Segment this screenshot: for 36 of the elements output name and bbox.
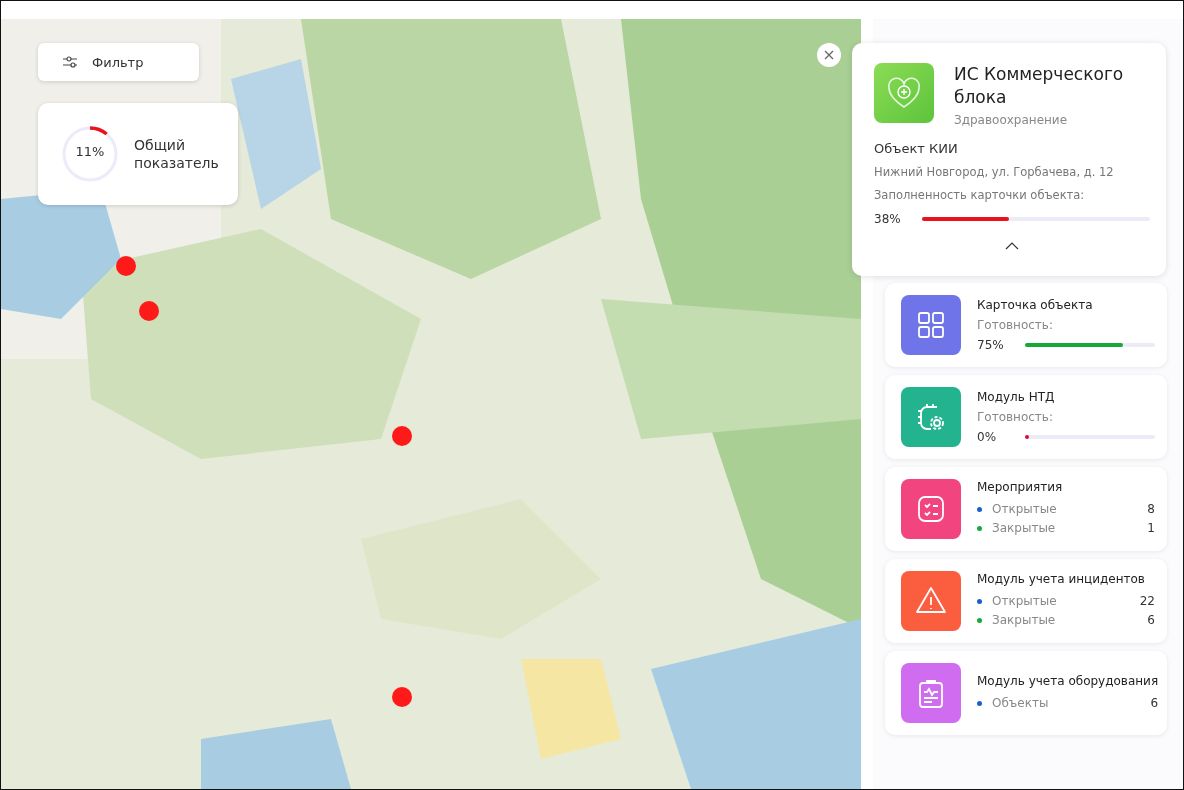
module-card[interactable]: Модуль учета инцидентов Открытые 22 Закрытые 6 [885, 559, 1167, 643]
percent-value: 11% [74, 144, 106, 159]
count-value: 8 [1147, 501, 1155, 518]
count-label: Закрытые [992, 612, 1057, 629]
module-card[interactable]: Карточка объекта Готовность: 75% [885, 283, 1167, 367]
module-title: Модуль учета оборудования [977, 673, 1159, 688]
object-title: ИС Коммерческого блока [954, 63, 1125, 109]
count-value: 22 [1139, 593, 1155, 610]
module-card[interactable]: Мероприятия Открытые 8 Закрытые 1 [885, 467, 1167, 551]
module-card[interactable]: Модуль НТД Готовность: 0% [885, 375, 1167, 459]
fill-value: 38% [874, 212, 902, 226]
object-category: Здравоохранение [954, 113, 1069, 127]
overall-label: Общий показатель [134, 136, 220, 172]
close-icon [824, 50, 834, 60]
count-label: Закрытые [992, 520, 1057, 537]
object-type: Объект КИИ [874, 141, 959, 156]
chevron-up-icon [1005, 242, 1019, 250]
object-address: Нижний Новгород, ул. Горбачева, д. 12 [874, 165, 1115, 179]
count-label: Открытые [992, 593, 1058, 610]
module-title: Модуль учета инцидентов [977, 572, 1146, 586]
module-card[interactable]: Модуль учета оборудования Объекты 6 [885, 651, 1167, 735]
module-title: Мероприятия [977, 480, 1064, 494]
readiness-label: Готовность: [977, 410, 1054, 424]
filter-icon [62, 54, 78, 70]
readiness-label: Готовность: [977, 318, 1054, 332]
count-label: Открытые [992, 501, 1058, 518]
fill-label: Заполненность карточки объекта: [874, 188, 1086, 202]
count-label: Объекты [992, 694, 1050, 712]
filter-button[interactable]: Фильтр [38, 43, 199, 81]
module-title: Модуль НТД [977, 390, 1056, 404]
count-value: 6 [1150, 694, 1159, 712]
readiness-value: 75% [977, 338, 1005, 352]
readiness-value: 0% [977, 430, 998, 444]
count-value: 1 [1147, 520, 1155, 537]
count-value: 6 [1147, 612, 1155, 629]
module-title: Карточка объекта [977, 298, 1094, 312]
